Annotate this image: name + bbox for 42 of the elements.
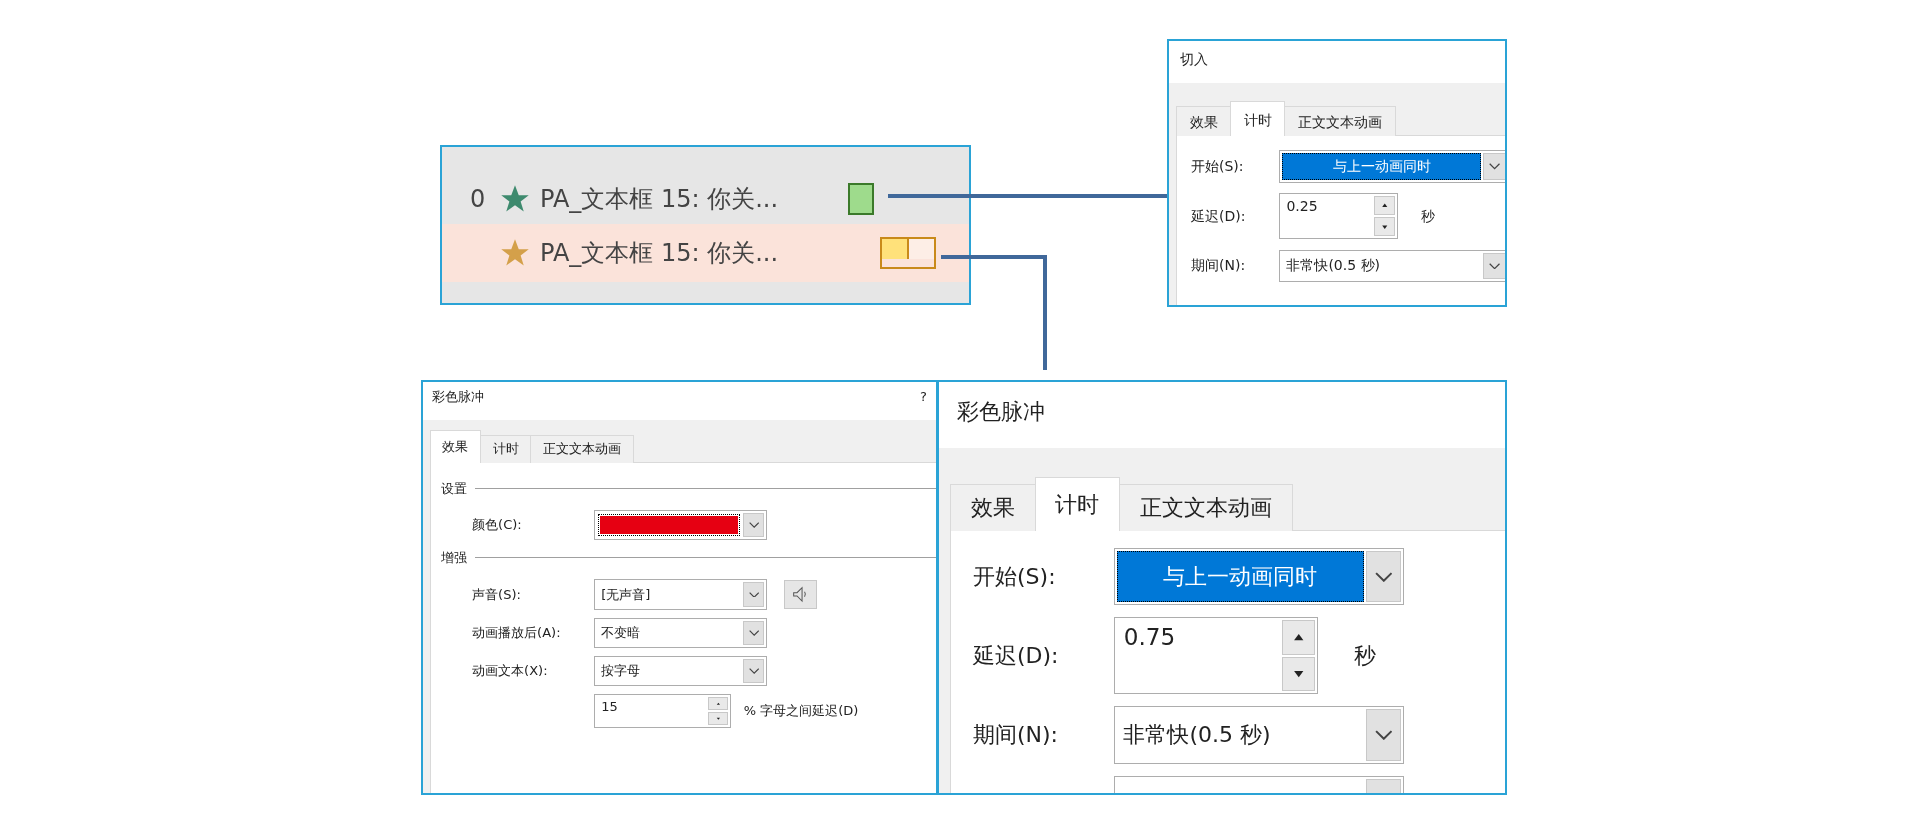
order-number: 0	[470, 185, 486, 213]
unit-label: 秒	[1353, 642, 1376, 671]
dropdown[interactable]: 与上一动画同时	[1279, 150, 1505, 183]
animation-list-item[interactable]: 0 PA_文本框 15: 你关...	[442, 179, 969, 219]
tab[interactable]: 计时	[1034, 476, 1121, 532]
field-label: 颜色(C):	[471, 516, 523, 535]
tab[interactable]: 计时	[1230, 101, 1286, 137]
tab[interactable]: 计时	[479, 434, 532, 463]
unit-label: % 字母之间延迟(D)	[743, 702, 859, 721]
field-label: 开始(S):	[1191, 157, 1245, 177]
tab[interactable]: 效果	[950, 484, 1036, 532]
field-label: 动画文本(X):	[471, 662, 549, 681]
dropdown[interactable]: 与上一动画同时	[1113, 547, 1405, 606]
dialog-title: 切入	[1180, 50, 1209, 70]
dialog-title: 彩色脉冲	[956, 398, 1045, 427]
spinner-field[interactable]: 0.75	[1113, 617, 1319, 695]
unit-label: 秒	[1420, 206, 1435, 226]
tab[interactable]: 效果	[429, 430, 481, 463]
field-label: 声音(S):	[471, 585, 522, 604]
field-label: 延迟(D):	[1191, 206, 1247, 226]
field-label: 延迟(D):	[973, 642, 1060, 671]
field-label: 动画播放后(A):	[471, 624, 562, 643]
dropdown[interactable]: 按字母	[594, 655, 768, 687]
item-label: PA_文本框 15: 你关...	[540, 238, 780, 269]
field-label: 开始(S):	[973, 563, 1057, 592]
dropdown[interactable]: 不变暗	[594, 617, 768, 649]
tab[interactable]: 正文文本动画	[530, 434, 634, 463]
dropdown[interactable]: [无声音]	[594, 579, 768, 610]
animation-list-item[interactable]: PA_文本框 15: 你关...	[442, 224, 969, 282]
field-label: 期间(N):	[1191, 256, 1247, 276]
section-heading: 增强	[440, 549, 467, 568]
help-button[interactable]: ?	[920, 387, 927, 415]
tab[interactable]: 正文文本动画	[1284, 106, 1396, 137]
tab[interactable]: 效果	[1176, 106, 1232, 137]
dialog-title: 彩色脉冲	[432, 388, 485, 407]
spinner-field[interactable]: 0.25	[1279, 193, 1399, 240]
dropdown[interactable]: 非常快(0.5 秒)	[1113, 706, 1405, 764]
dropdown[interactable]: 非常快(0.5 秒)	[1279, 249, 1505, 282]
field-label: 期间(N):	[973, 721, 1060, 750]
tab[interactable]: 正文文本动画	[1119, 484, 1293, 532]
item-label: PA_文本框 15: 你关...	[540, 184, 780, 215]
section-heading: 设置	[440, 479, 467, 498]
